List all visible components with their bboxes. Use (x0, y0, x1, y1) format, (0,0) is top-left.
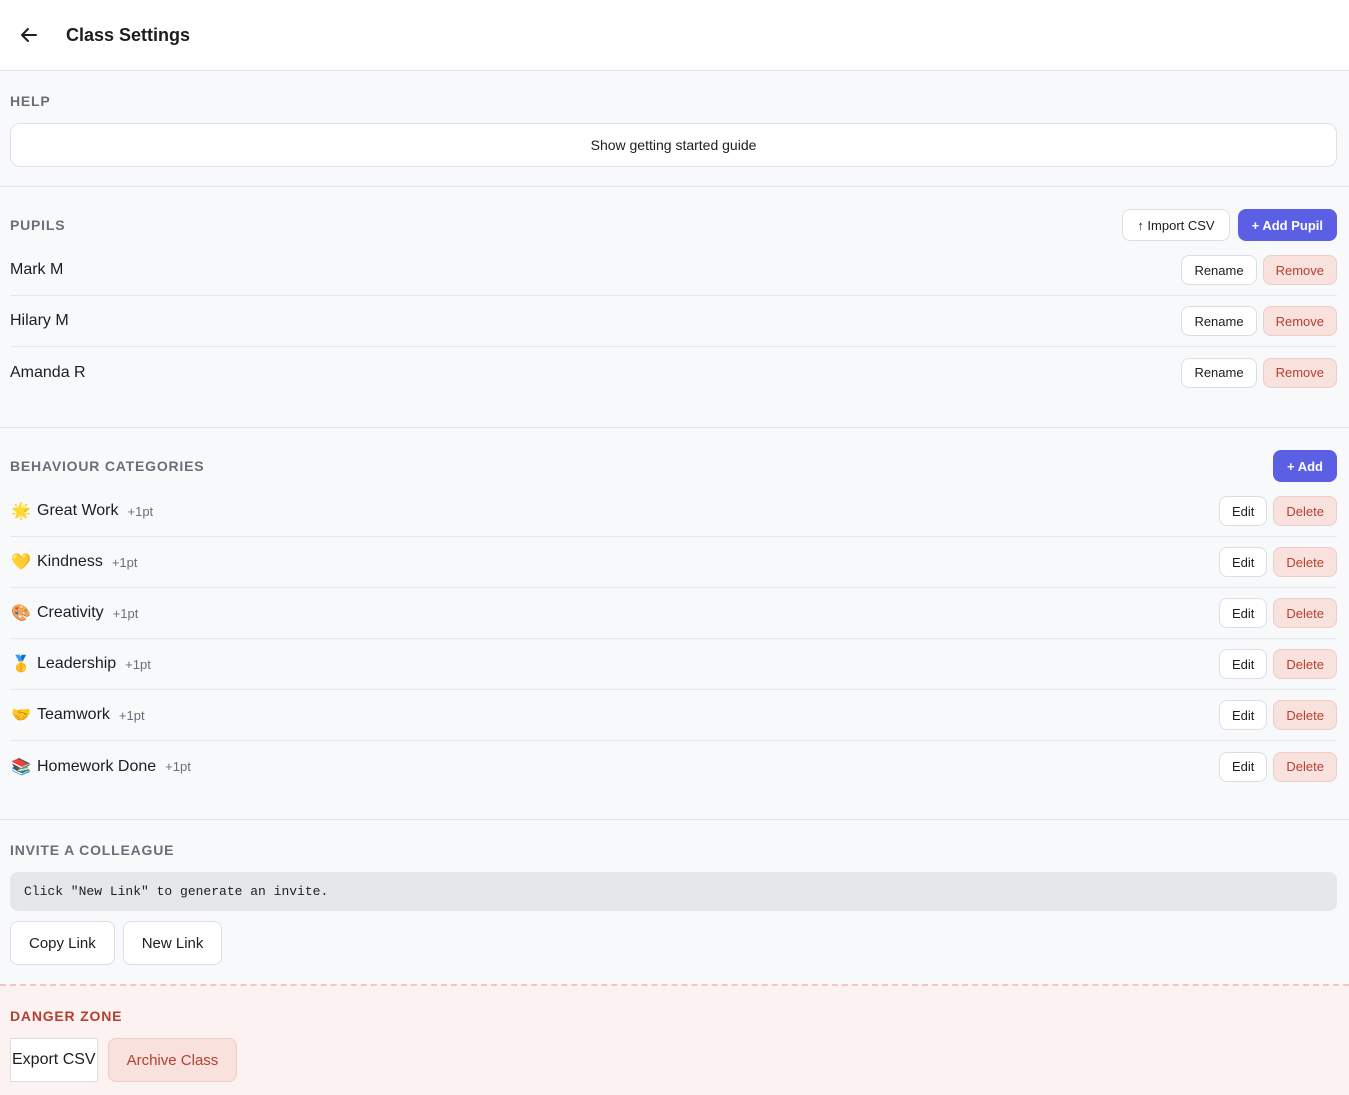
delete-category-button[interactable]: Delete (1273, 547, 1337, 577)
pupil-row: Mark M Rename Remove (10, 245, 1337, 296)
delete-category-button[interactable]: Delete (1273, 649, 1337, 679)
pupil-actions: Rename Remove (1181, 306, 1337, 336)
category-row: 🥇 Leadership +1pt Edit Delete (10, 639, 1337, 690)
category-info: 🎨 Creativity +1pt (10, 603, 138, 623)
category-emoji-icon: 🌟 (11, 503, 31, 520)
category-row: 🎨 Creativity +1pt Edit Delete (10, 588, 1337, 639)
edit-category-button[interactable]: Edit (1219, 598, 1268, 628)
category-row: 🌟 Great Work +1pt Edit Delete (10, 486, 1337, 537)
show-guide-button[interactable]: Show getting started guide (10, 123, 1337, 167)
category-name: Teamwork (37, 706, 110, 723)
rename-pupil-button[interactable]: Rename (1181, 306, 1257, 336)
invite-link-display: Click "New Link" to generate an invite. (10, 872, 1337, 911)
category-actions: Edit Delete (1219, 598, 1337, 628)
pupils-section: PUPILS ↑ Import CSV + Add Pupil Mark M Re… (0, 187, 1349, 428)
invite-section: INVITE A COLLEAGUE Click "New Link" to g… (0, 820, 1349, 986)
archive-class-button[interactable]: Archive Class (107, 1038, 238, 1082)
category-name: Great Work (37, 502, 119, 519)
pupil-row: Amanda R Rename Remove (10, 347, 1337, 398)
category-emoji-icon: 🤝 (11, 707, 31, 724)
category-info: 🤝 Teamwork +1pt (10, 705, 145, 725)
category-points: +1pt (165, 759, 191, 774)
pupils-label: PUPILS (10, 217, 66, 233)
copy-link-button[interactable]: Copy Link (10, 921, 115, 965)
delete-category-button[interactable]: Delete (1273, 700, 1337, 730)
category-points: +1pt (125, 656, 151, 672)
add-pupil-button[interactable]: + Add Pupil (1237, 209, 1337, 241)
add-category-button[interactable]: + Add (1273, 450, 1337, 482)
category-actions: Edit Delete (1219, 700, 1337, 730)
invite-label: INVITE A COLLEAGUE (10, 842, 175, 858)
category-emoji-icon: 💛 (11, 554, 31, 571)
category-points: +1pt (118, 707, 145, 723)
edit-category-button[interactable]: Edit (1219, 751, 1268, 782)
edit-category-button[interactable]: Edit (1219, 649, 1268, 679)
category-emoji-icon: 📚 (11, 758, 31, 776)
pupil-name: Hilary M (10, 312, 69, 329)
pupil-name: Mark M (10, 261, 64, 278)
category-actions: Edit Delete (1219, 547, 1337, 577)
category-name: Creativity (37, 604, 104, 621)
top-bar: Class Settings (0, 0, 1349, 71)
remove-pupil-button[interactable]: Remove (1262, 255, 1337, 285)
category-actions: Edit Delete (1219, 751, 1337, 782)
category-info: 🌟 Great Work +1pt (10, 501, 153, 521)
behaviour-section: BEHAVIOUR CATEGORIES + Add 🌟 Great Work +1… (0, 428, 1349, 820)
arrow-left-icon (21, 28, 37, 42)
export-csv-button[interactable]: Export CSV (10, 1038, 98, 1082)
category-points: +1pt (112, 605, 139, 621)
category-row: 📚 Homework Done +1pt Edit Delete (10, 741, 1337, 792)
delete-category-button[interactable]: Delete (1273, 598, 1337, 628)
category-info: 💛 Kindness +1pt (10, 552, 138, 572)
pupil-list: Mark M Rename Remove Hilary M Rename Remove Am… (10, 245, 1337, 398)
remove-pupil-button[interactable]: Remove (1262, 357, 1337, 388)
category-actions: Edit Delete (1219, 496, 1337, 526)
edit-category-button[interactable]: Edit (1219, 700, 1268, 730)
category-emoji-icon: 🎨 (11, 605, 31, 622)
pupil-name: Amanda R (10, 363, 86, 381)
rename-pupil-button[interactable]: Rename (1181, 357, 1257, 388)
pupil-actions: Rename Remove (1181, 357, 1337, 388)
edit-category-button[interactable]: Edit (1219, 547, 1268, 577)
new-link-button[interactable]: New Link (122, 921, 223, 965)
category-name: Homework Done (37, 757, 157, 775)
rename-pupil-button[interactable]: Rename (1181, 255, 1257, 285)
remove-pupil-button[interactable]: Remove (1262, 306, 1337, 336)
help-label: HELP (10, 93, 51, 109)
back-button[interactable] (16, 22, 42, 48)
delete-category-button[interactable]: Delete (1273, 751, 1337, 782)
danger-zone-label: DANGER ZONE (10, 1008, 123, 1024)
delete-category-button[interactable]: Delete (1273, 496, 1337, 526)
category-actions: Edit Delete (1219, 649, 1337, 679)
danger-zone: DANGER ZONE Export CSV Archive Class (0, 984, 1349, 1095)
category-name: Kindness (37, 553, 103, 570)
category-points: +1pt (127, 503, 154, 519)
category-name: Leadership (37, 655, 117, 672)
pupil-row: Hilary M Rename Remove (10, 296, 1337, 347)
category-list: 🌟 Great Work +1pt Edit Delete 💛 Kindness +1pt Ed… (10, 486, 1337, 792)
help-section: HELP Show getting started guide (0, 71, 1349, 187)
pupil-actions: Rename Remove (1181, 255, 1337, 285)
behaviour-label: BEHAVIOUR CATEGORIES (10, 458, 205, 474)
category-row: 🤝 Teamwork +1pt Edit Delete (10, 690, 1337, 741)
import-csv-button[interactable]: ↑ Import CSV (1122, 209, 1230, 241)
category-emoji-icon: 🥇 (11, 656, 31, 673)
page-title: Class Settings (66, 24, 191, 45)
category-info: 📚 Homework Done +1pt (10, 757, 191, 777)
category-info: 🥇 Leadership +1pt (10, 654, 151, 674)
category-points: +1pt (111, 554, 138, 570)
edit-category-button[interactable]: Edit (1219, 496, 1268, 526)
category-row: 💛 Kindness +1pt Edit Delete (10, 537, 1337, 588)
